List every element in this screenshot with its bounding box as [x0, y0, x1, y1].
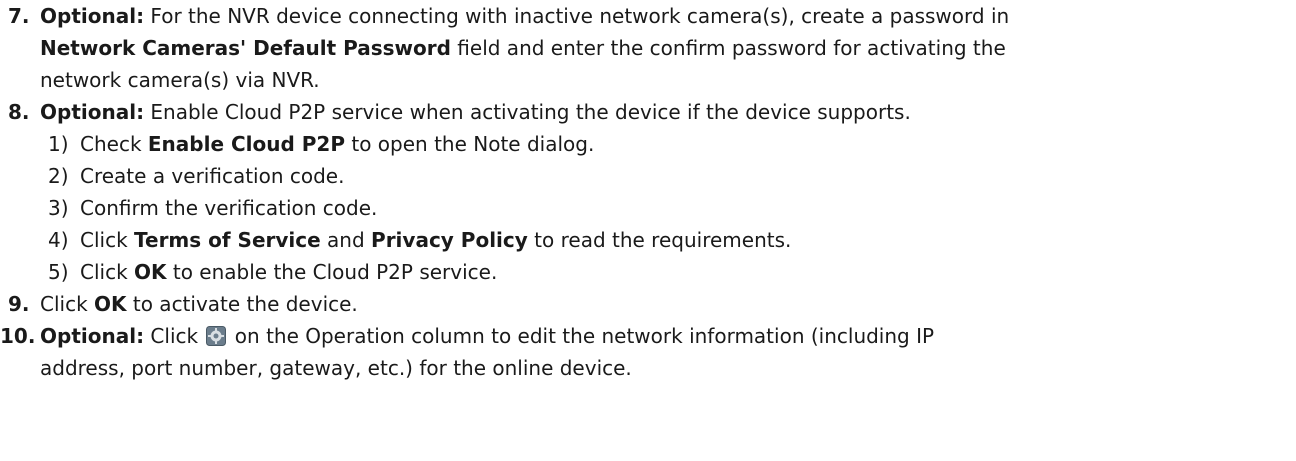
- step-text: to activate the device.: [126, 292, 358, 316]
- substep-1: 1) Check Enable Cloud P2P to open the No…: [0, 128, 1296, 160]
- step-text: Click: [40, 292, 95, 316]
- step-line: network camera(s) via NVR.: [40, 64, 1296, 96]
- step-text: address, port number, gateway, etc.) for…: [40, 356, 632, 380]
- field-name: Network Cameras' Default Password: [40, 36, 451, 60]
- substep-list: 1) Check Enable Cloud P2P to open the No…: [0, 128, 1296, 288]
- step-emphasis: Optional:: [40, 324, 145, 348]
- substep-text: to open the Note dialog.: [345, 132, 595, 156]
- substep-2: 2) Create a verification code.: [0, 160, 1296, 192]
- step-emphasis: Optional:: [40, 100, 145, 124]
- step-text: Click: [144, 324, 205, 348]
- substep-4: 4) Click Terms of Service and Privacy Po…: [0, 224, 1296, 256]
- step-line: Optional: Enable Cloud P2P service when …: [40, 96, 1296, 128]
- substep-text: Click: [80, 228, 135, 252]
- step-number: 8.: [8, 100, 30, 124]
- substep-text: to enable the Cloud P2P service.: [166, 260, 498, 284]
- step-text: field and enter the confirm password for…: [450, 36, 1006, 60]
- substep-number: 2): [48, 164, 69, 188]
- substep-number: 4): [48, 228, 69, 252]
- step-7: 7. Optional: For the NVR device connecti…: [0, 0, 1296, 96]
- step-line: Optional: Click on the Operation column …: [40, 320, 1296, 352]
- step-emphasis: Optional:: [40, 4, 145, 28]
- substep-text: Create a verification code.: [80, 164, 345, 188]
- ok-label: OK: [134, 260, 167, 284]
- step-text: For the NVR device connecting with inact…: [144, 4, 1010, 28]
- step-text: on the Operation column to edit the netw…: [228, 324, 935, 348]
- substep-number: 5): [48, 260, 69, 284]
- step-line: Click OK to activate the device.: [40, 288, 1296, 320]
- substep-text: and: [320, 228, 372, 252]
- step-9: 9. Click OK to activate the device.: [0, 288, 1296, 320]
- substep-number: 1): [48, 132, 69, 156]
- ui-element-name: Enable Cloud P2P: [147, 132, 346, 156]
- privacy-policy-label: Privacy Policy: [371, 228, 528, 252]
- step-number: 9.: [8, 292, 30, 316]
- step-number: 10.: [0, 324, 36, 348]
- step-text: network camera(s) via NVR.: [40, 68, 320, 92]
- terms-of-service-label: Terms of Service: [134, 228, 321, 252]
- document-body: 7. Optional: For the NVR device connecti…: [0, 0, 1296, 384]
- substep-5: 5) Click OK to enable the Cloud P2P serv…: [0, 256, 1296, 288]
- step-line: address, port number, gateway, etc.) for…: [40, 352, 1296, 384]
- substep-text: Check: [80, 132, 148, 156]
- substep-text: to read the requirements.: [527, 228, 792, 252]
- edit-settings-icon: [206, 323, 227, 346]
- step-number: 7.: [8, 4, 30, 28]
- step-line: Optional: For the NVR device connecting …: [40, 0, 1296, 32]
- step-text: Enable Cloud P2P service when activating…: [144, 100, 911, 124]
- substep-number: 3): [48, 196, 69, 220]
- ok-label: OK: [94, 292, 127, 316]
- step-line: Network Cameras' Default Password field …: [40, 32, 1296, 64]
- step-8: 8. Optional: Enable Cloud P2P service wh…: [0, 96, 1296, 128]
- step-10: 10. Optional: Click on the Operation col…: [0, 320, 1296, 384]
- substep-3: 3) Confirm the verification code.: [0, 192, 1296, 224]
- substep-text: Confirm the verification code.: [80, 196, 378, 220]
- substep-text: Click: [80, 260, 135, 284]
